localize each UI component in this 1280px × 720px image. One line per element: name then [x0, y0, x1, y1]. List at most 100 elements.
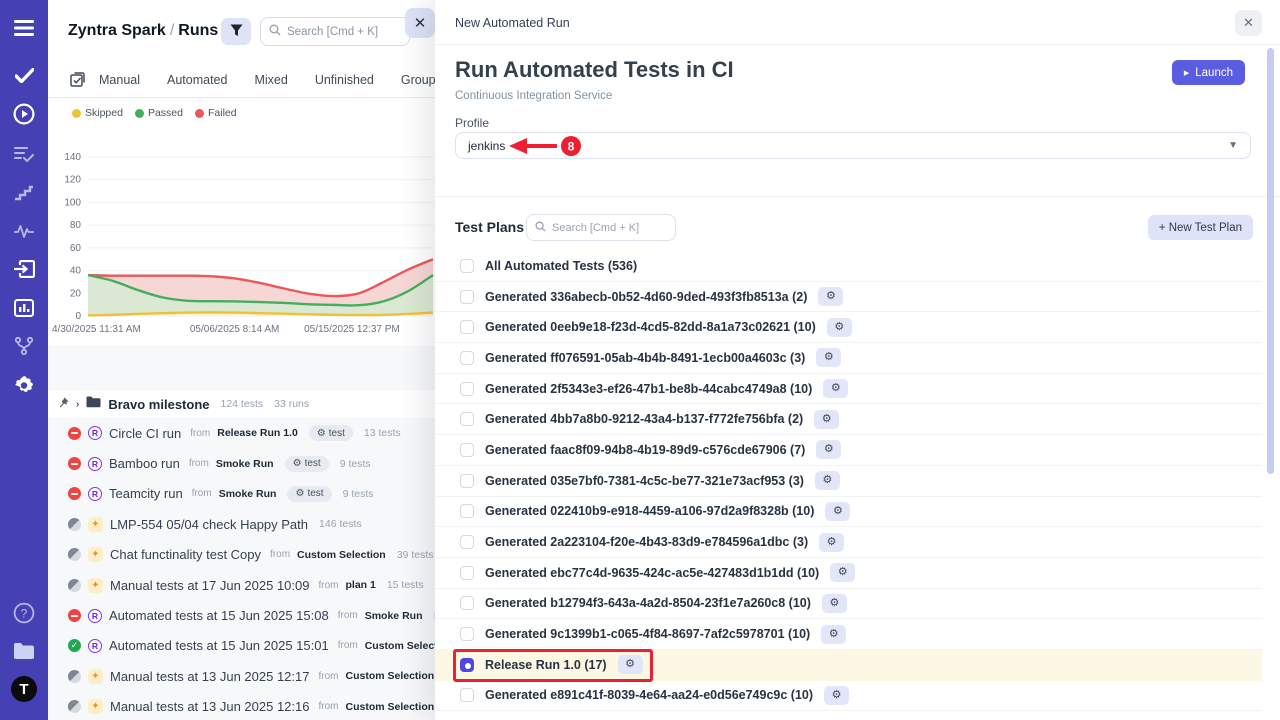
tab-automated[interactable]: Automated [167, 73, 227, 87]
runs-play-icon[interactable] [0, 101, 48, 127]
breadcrumb-project[interactable]: Zyntra Spark [68, 22, 166, 39]
test-plan-row[interactable]: Generated e891c41f-8039-4e64-aa24-e0d56e… [435, 681, 1262, 712]
run-row[interactable]: RAutomated tests at 15 Jun 2025 15:01fro… [48, 631, 435, 661]
test-plan-settings-gear-button[interactable]: ⚙ [815, 471, 840, 490]
run-title[interactable]: Automated tests at 15 Jun 2025 15:01 [109, 638, 329, 653]
test-plan-row[interactable]: Generated 0eeb9e18-f23d-4cd5-82dd-8a1a73… [435, 312, 1262, 343]
test-plan-settings-gear-button[interactable]: ⚙ [819, 533, 844, 552]
test-plan-label[interactable]: Generated e891c41f-8039-4e64-aa24-e0d56e… [485, 688, 813, 702]
test-plan-settings-gear-button[interactable]: ⚙ [818, 287, 843, 306]
test-plan-row[interactable]: Generated 035e7bf0-7381-4c5c-be77-321e73… [435, 466, 1262, 497]
run-source-plan[interactable]: Smoke Run [219, 488, 277, 500]
run-source-plan[interactable]: Custom Selection [345, 670, 434, 682]
test-plan-settings-gear-button[interactable]: ⚙ [816, 440, 841, 459]
run-title[interactable]: Teamcity run [109, 486, 183, 501]
test-plan-label[interactable]: Generated 2a223104-f20e-4b43-83d9-e78459… [485, 535, 808, 549]
run-group-row[interactable]: › Bravo milestone 124 tests 33 runs [48, 390, 435, 418]
test-plan-label[interactable]: Generated 0eeb9e18-f23d-4cd5-82dd-8a1a73… [485, 320, 816, 334]
menu-icon[interactable] [0, 15, 48, 41]
select-all-icon[interactable] [70, 72, 85, 87]
test-plan-settings-gear-button[interactable]: ⚙ [822, 594, 847, 613]
profile-select[interactable]: jenkins ▼ [455, 132, 1251, 159]
tab-unfinished[interactable]: Unfinished [315, 73, 374, 87]
run-title[interactable]: Manual tests at 17 Jun 2025 10:09 [110, 578, 309, 593]
test-plan-settings-gear-button[interactable]: ⚙ [825, 502, 850, 521]
test-plan-checkbox[interactable] [460, 474, 474, 488]
test-plan-settings-gear-button[interactable]: ⚙ [830, 563, 855, 582]
runs-search-input[interactable] [287, 26, 397, 38]
run-row[interactable]: RBamboo runfromSmoke Run⚙test9 tests [48, 448, 435, 478]
test-plan-label[interactable]: Generated 9c1399b1-c065-4f84-8697-7af2c5… [485, 627, 810, 641]
run-row[interactable]: RCircle CI runfromRelease Run 1.0⚙test13… [48, 418, 435, 448]
run-source-plan[interactable]: Custom Selection [345, 701, 434, 713]
run-row[interactable]: ✦Manual tests at 13 Jun 2025 12:17fromCu… [48, 661, 435, 691]
test-plan-row[interactable]: Generated b12794f3-643a-4a2d-8504-23f1e7… [435, 589, 1262, 620]
test-plan-checkbox[interactable] [460, 290, 474, 304]
test-plan-row[interactable]: Generated 2f5343e3-ef26-47b1-be8b-44cabc… [435, 374, 1262, 405]
plans-list-icon[interactable] [0, 141, 48, 167]
test-plan-settings-gear-button[interactable]: ⚙ [814, 410, 839, 429]
branches-icon[interactable] [0, 333, 48, 359]
legend-item-skipped[interactable]: Skipped [72, 107, 123, 119]
run-title[interactable]: Chat functinality test Copy [110, 547, 261, 562]
run-source-plan[interactable]: Custom Selection [365, 640, 435, 652]
run-source-plan[interactable]: Custom Selection [297, 549, 386, 561]
tests-check-icon[interactable] [0, 62, 48, 88]
run-source-plan[interactable]: Smoke Run [216, 458, 274, 470]
test-plan-checkbox[interactable] [460, 443, 474, 457]
tab-groups[interactable]: Groups [401, 73, 435, 87]
test-plan-settings-gear-button[interactable]: ⚙ [618, 655, 643, 674]
test-plan-label[interactable]: Generated 336abecb-0b52-4d60-9ded-493f3f… [485, 290, 807, 304]
test-plan-row[interactable]: Generated 2a223104-f20e-4b43-83d9-e78459… [435, 527, 1262, 558]
import-icon[interactable] [0, 256, 48, 282]
projects-folder-icon[interactable] [0, 638, 48, 664]
test-plan-settings-gear-button[interactable]: ⚙ [816, 348, 841, 367]
launch-button[interactable]: ▶ Launch [1172, 60, 1245, 85]
test-plan-checkbox[interactable] [460, 320, 474, 334]
test-plan-row[interactable]: Release Run 1.0 (17) ⚙ [435, 650, 1262, 681]
test-plan-row[interactable]: Generated faac8f09-94b8-4b19-89d9-c576cd… [435, 435, 1262, 466]
test-plan-row[interactable]: Generated 4bb7a8b0-9212-43a4-b137-f772fe… [435, 404, 1262, 435]
test-plan-checkbox-checked[interactable] [460, 658, 474, 672]
test-plan-label[interactable]: Release Run 1.0 (17) [485, 658, 607, 672]
run-source-plan[interactable]: Smoke Run [365, 610, 423, 622]
help-icon[interactable]: ? [0, 600, 48, 626]
drawer-close-button[interactable]: ✕ [1235, 10, 1262, 36]
test-plan-settings-gear-button[interactable]: ⚙ [821, 625, 846, 644]
settings-gear-icon[interactable] [0, 372, 48, 398]
test-plan-label[interactable]: Generated faac8f09-94b8-4b19-89d9-c576cd… [485, 443, 805, 457]
tab-manual[interactable]: Manual [99, 73, 140, 87]
test-plan-label[interactable]: Generated b12794f3-643a-4a2d-8504-23f1e7… [485, 596, 811, 610]
runs-panel-close-button[interactable]: ✕ [405, 8, 435, 38]
runs-search[interactable] [260, 17, 410, 46]
run-title[interactable]: Manual tests at 13 Jun 2025 12:16 [110, 699, 309, 714]
app-logo[interactable]: T [0, 676, 48, 702]
test-plans-search-input[interactable] [552, 222, 664, 234]
test-plan-checkbox[interactable] [460, 382, 474, 396]
test-plans-search[interactable] [526, 214, 676, 241]
run-row[interactable]: ✦Chat functinality test CopyfromCustom S… [48, 540, 435, 570]
test-plan-settings-gear-button[interactable]: ⚙ [823, 379, 848, 398]
run-row[interactable]: ✦LMP-554 05/04 check Happy Path146 tests [48, 509, 435, 539]
run-row[interactable]: ✦Manual tests at 17 Jun 2025 10:09frompl… [48, 570, 435, 600]
run-source-plan[interactable]: Release Run 1.0 [217, 427, 298, 439]
test-plan-row[interactable]: Generated 336abecb-0b52-4d60-9ded-493f3f… [435, 282, 1262, 313]
test-plan-label[interactable]: All Automated Tests (536) [485, 259, 637, 273]
test-plan-checkbox[interactable] [460, 259, 474, 273]
filter-button[interactable] [221, 18, 251, 45]
test-plan-checkbox[interactable] [460, 627, 474, 641]
new-test-plan-button[interactable]: + New Test Plan [1148, 215, 1253, 240]
milestones-steps-icon[interactable] [0, 180, 48, 206]
drawer-scrollbar[interactable] [1267, 48, 1274, 474]
test-plan-row[interactable]: Generated ff076591-05ab-4b4b-8491-1ecb00… [435, 343, 1262, 374]
test-plan-row[interactable]: Generated ebc77c4d-9635-424c-ac5e-427483… [435, 558, 1262, 589]
run-row[interactable]: RTeamcity runfromSmoke Run⚙test9 tests [48, 479, 435, 509]
test-plan-row[interactable]: Generated 9c1399b1-c065-4f84-8697-7af2c5… [435, 619, 1262, 650]
test-plan-checkbox[interactable] [460, 535, 474, 549]
test-plan-checkbox[interactable] [460, 412, 474, 426]
test-plan-settings-gear-button[interactable]: ⚙ [824, 686, 849, 705]
pulse-activity-icon[interactable] [0, 218, 48, 244]
run-title[interactable]: Circle CI run [109, 426, 181, 441]
test-plan-settings-gear-button[interactable]: ⚙ [827, 318, 852, 337]
test-plan-checkbox[interactable] [460, 566, 474, 580]
